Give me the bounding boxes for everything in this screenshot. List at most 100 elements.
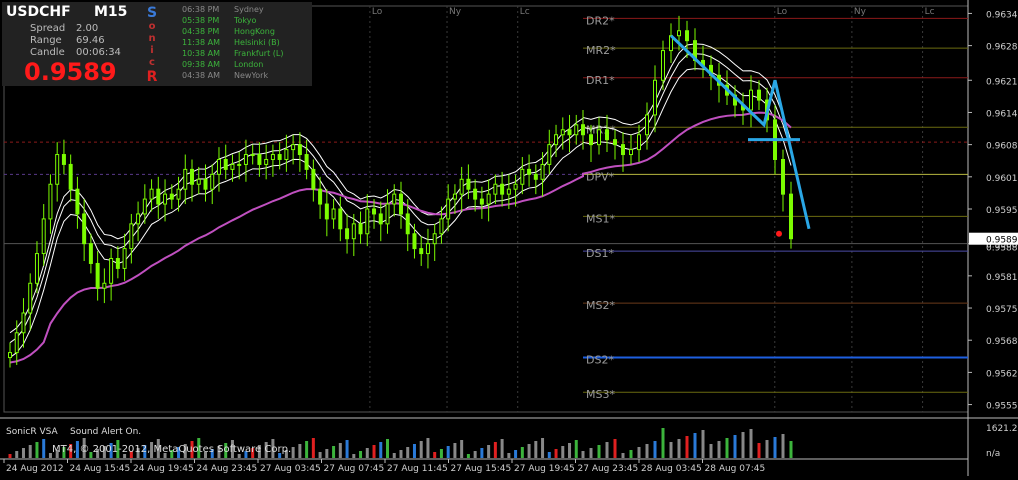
volume-bar	[629, 450, 633, 458]
range-label: Range	[30, 35, 62, 46]
pivot-label: DR1*	[586, 74, 615, 87]
candle-body	[237, 163, 242, 166]
candle-body	[129, 223, 134, 250]
session-clock-row: 05:38 PM Tokyo	[182, 15, 312, 26]
volume-bar	[757, 443, 761, 458]
volume-bar	[765, 440, 769, 458]
volume-bar	[717, 441, 721, 458]
candle-label: Candle	[30, 47, 65, 58]
volume-bar	[35, 442, 39, 458]
volume-scale-top: 1621.2	[986, 424, 1018, 434]
candle-body	[264, 158, 269, 165]
session-name: Helsinki (B)	[234, 38, 280, 47]
session-time: 04:38 PM	[182, 27, 220, 36]
spread-value: 2.00	[76, 23, 99, 34]
candle-body	[34, 253, 39, 284]
candle-body	[506, 188, 511, 195]
time-tick-label: 28 Aug 03:45	[641, 464, 702, 474]
session-time: 06:38 PM	[182, 5, 220, 14]
time-tick-label: 27 Aug 19:45	[514, 464, 575, 474]
candle-body	[338, 208, 343, 230]
candle-body	[277, 154, 282, 160]
candle-body	[486, 193, 491, 205]
time-tick-label: 24 Aug 19:45	[133, 464, 194, 474]
time-tick-label: 27 Aug 07:45	[324, 464, 385, 474]
candle-body	[284, 149, 289, 160]
candle-body	[21, 312, 26, 334]
candle-body	[109, 258, 114, 284]
candle-body	[257, 154, 262, 165]
volume-bar	[311, 438, 315, 458]
price-tick-label: 0.96345	[986, 10, 1018, 20]
session-clock-row: 04:38 AM NewYork	[182, 70, 312, 81]
candle-body	[621, 144, 625, 156]
candle-body	[597, 129, 601, 146]
time-tick-label: 27 Aug 15:45	[451, 464, 512, 474]
session-clock-row: 06:38 PM Sydney	[182, 4, 312, 15]
session-label: Ny	[854, 7, 867, 17]
candle-body	[163, 193, 168, 205]
volume-bar	[372, 445, 376, 458]
volume-bar	[789, 441, 793, 458]
candle-body	[789, 193, 793, 240]
candle-body	[82, 213, 87, 245]
brand-letter: i	[150, 45, 154, 56]
candle-body	[685, 30, 689, 42]
candle-body	[749, 89, 753, 111]
brand-letter: o	[148, 21, 156, 32]
volume-alert-label: Sound Alert On.	[70, 427, 141, 437]
price-marker	[776, 230, 782, 237]
candle-body	[102, 282, 107, 289]
candle-body	[75, 188, 80, 215]
session-name: NewYork	[234, 71, 269, 80]
volume-bar	[386, 439, 390, 458]
range-value: 69.46	[76, 35, 105, 46]
candle-body	[392, 193, 397, 205]
session-time: 09:38 AM	[182, 60, 220, 69]
chart-window[interactable]: LoNyLcLoNyLc DR2*MR2*DR1*MR1*DPV*MS1*DS1…	[0, 0, 1018, 476]
candle-body	[540, 163, 545, 180]
session-name: Frankfurt (L)	[234, 49, 284, 58]
candle-body	[203, 178, 208, 190]
candle-body	[479, 198, 484, 205]
symbol-label: USDCHF	[6, 4, 71, 20]
time-tick-label: 24 Aug 23:45	[197, 464, 258, 474]
candle-body	[432, 233, 437, 245]
candle-body	[156, 188, 161, 205]
candle-body	[55, 154, 60, 185]
session-clock-row: 09:38 AM London	[182, 59, 312, 70]
price-tick-label: 0.96080	[986, 142, 1018, 152]
volume-bar	[741, 432, 745, 458]
candle-body	[459, 178, 464, 195]
volume-bar	[589, 448, 593, 458]
candle-body	[446, 198, 451, 220]
candle-body	[196, 178, 201, 185]
volume-bar	[709, 444, 713, 458]
timeframe-label: M15	[94, 4, 128, 20]
session-label: Ny	[449, 7, 462, 17]
volume-bar	[379, 442, 383, 458]
session-time: 04:38 AM	[182, 71, 220, 80]
candle-body	[243, 154, 248, 165]
volume-bar	[554, 449, 558, 458]
candle-body	[250, 154, 255, 157]
volume-bar	[781, 434, 785, 458]
volume-bar	[527, 444, 531, 458]
price-tick-label: 0.96145	[986, 109, 1018, 119]
current-price-axis-label-2: 0.95880	[986, 244, 1018, 254]
volume-bar	[473, 451, 477, 458]
candle-body	[88, 243, 93, 264]
candle-body	[378, 213, 383, 225]
candle-body	[412, 233, 417, 250]
candle-body	[14, 332, 19, 354]
volume-bar	[541, 438, 545, 458]
candle-body	[637, 134, 641, 151]
volume-bar	[332, 446, 336, 458]
volume-bar	[613, 439, 617, 458]
candle-body	[115, 258, 120, 269]
session-time: 11:38 AM	[182, 38, 220, 47]
volume-bar	[412, 444, 416, 458]
price-tick-label: 0.96210	[986, 77, 1018, 87]
price-tick-label: 0.95555	[986, 402, 1018, 412]
candle-body	[216, 158, 221, 175]
